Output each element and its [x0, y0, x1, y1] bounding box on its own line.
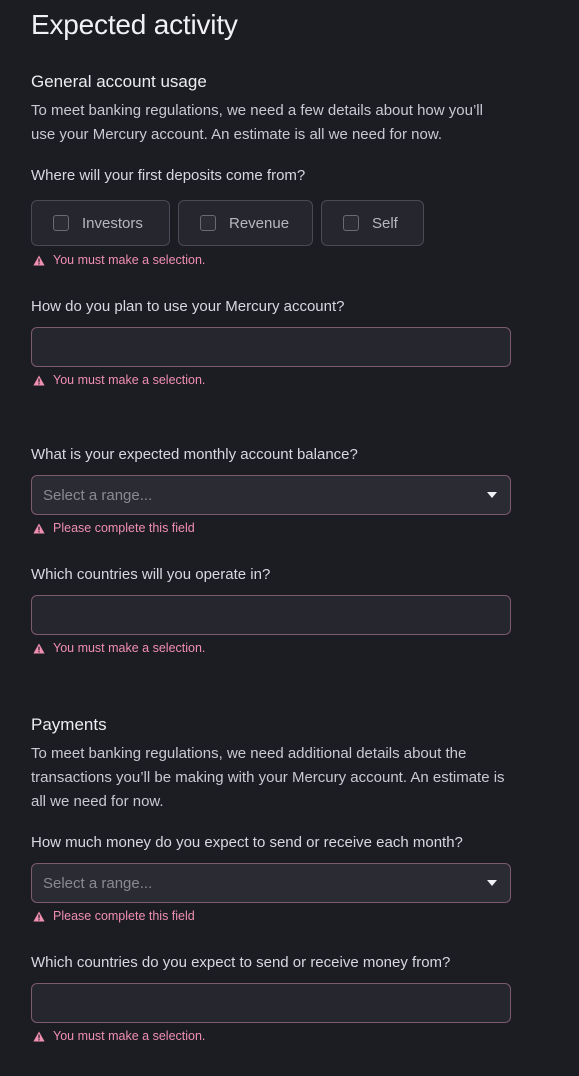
warning-icon	[33, 375, 45, 385]
payment-countries-question: Which countries do you expect to send or…	[31, 954, 451, 971]
deposit-option-label: Revenue	[229, 214, 290, 232]
operate-countries-question: Which countries will you operate in?	[31, 566, 271, 583]
warning-icon	[33, 643, 45, 653]
usage-question: How do you plan to use your Mercury acco…	[31, 298, 345, 315]
error-text: Please complete this field	[53, 521, 195, 535]
balance-question: What is your expected monthly account ba…	[31, 446, 358, 463]
error-text: You must make a selection.	[53, 373, 206, 387]
payment-countries-error: You must make a selection.	[33, 1029, 205, 1043]
usage-multiselect-input[interactable]	[31, 327, 511, 367]
page-title: Expected activity	[31, 9, 238, 40]
monthly-amount-select[interactable]: Select a range...	[31, 863, 511, 903]
error-text: You must make a selection.	[53, 253, 206, 267]
error-text: Please complete this field	[53, 909, 195, 923]
payment-countries-input[interactable]	[31, 983, 511, 1023]
payments-description: To meet banking regulations, we need add…	[31, 745, 505, 810]
balance-range-select[interactable]: Select a range...	[31, 475, 511, 515]
select-placeholder: Select a range...	[43, 486, 153, 504]
deposit-option-investors[interactable]: Investors	[31, 200, 170, 246]
usage-error: You must make a selection.	[33, 373, 205, 387]
deposit-option-label: Self	[372, 214, 398, 232]
warning-icon	[33, 523, 45, 533]
caret-down-icon	[487, 880, 497, 886]
deposit-option-revenue[interactable]: Revenue	[178, 200, 313, 246]
operate-countries-input[interactable]	[31, 595, 511, 635]
balance-error: Please complete this field	[33, 521, 195, 535]
error-text: You must make a selection.	[53, 1029, 206, 1043]
monthly-amount-question: How much money do you expect to send or …	[31, 834, 463, 851]
general-usage-title: General account usage	[31, 72, 207, 91]
deposit-option-self[interactable]: Self	[321, 200, 424, 246]
deposits-error: You must make a selection.	[33, 253, 205, 267]
warning-icon	[33, 911, 45, 921]
caret-down-icon	[487, 492, 497, 498]
deposits-question: Where will your first deposits come from…	[31, 167, 306, 184]
general-usage-description: To meet banking regulations, we need a f…	[31, 102, 483, 143]
error-text: You must make a selection.	[53, 641, 206, 655]
checkbox-revenue[interactable]	[200, 215, 216, 231]
warning-icon	[33, 255, 45, 265]
payments-title: Payments	[31, 715, 107, 734]
checkbox-self[interactable]	[343, 215, 359, 231]
operate-countries-error: You must make a selection.	[33, 641, 205, 655]
select-placeholder: Select a range...	[43, 874, 153, 892]
monthly-amount-error: Please complete this field	[33, 909, 195, 923]
checkbox-investors[interactable]	[53, 215, 69, 231]
warning-icon	[33, 1031, 45, 1041]
deposit-option-label: Investors	[82, 214, 143, 232]
